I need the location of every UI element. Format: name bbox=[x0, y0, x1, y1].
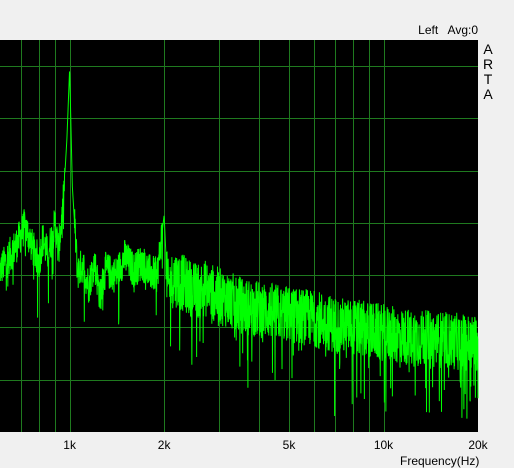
x-tick-label: 20k bbox=[468, 438, 488, 452]
status-readout: Left Avg:0 bbox=[418, 23, 478, 37]
x-tick-label: 1k bbox=[63, 438, 77, 452]
brand-vertical-label: A R T A bbox=[482, 42, 494, 102]
x-tick-label: 5k bbox=[283, 438, 297, 452]
brand-letter: R bbox=[482, 56, 494, 72]
averaging-label: Avg:0 bbox=[447, 23, 478, 37]
brand-letter: A bbox=[483, 41, 493, 57]
channel-label: Left bbox=[418, 23, 439, 37]
spectrum-chart: 1k 2k 5k 10k 20k bbox=[0, 40, 489, 452]
brand-letter: T bbox=[483, 71, 493, 87]
plot-area bbox=[0, 40, 478, 432]
x-tick-label: 2k bbox=[158, 438, 172, 452]
x-tick-label: 10k bbox=[374, 438, 394, 452]
x-axis-label: Frequency(Hz) bbox=[400, 454, 480, 468]
x-tick-labels: 1k 2k 5k 10k 20k bbox=[63, 438, 488, 452]
brand-letter: A bbox=[483, 86, 493, 102]
